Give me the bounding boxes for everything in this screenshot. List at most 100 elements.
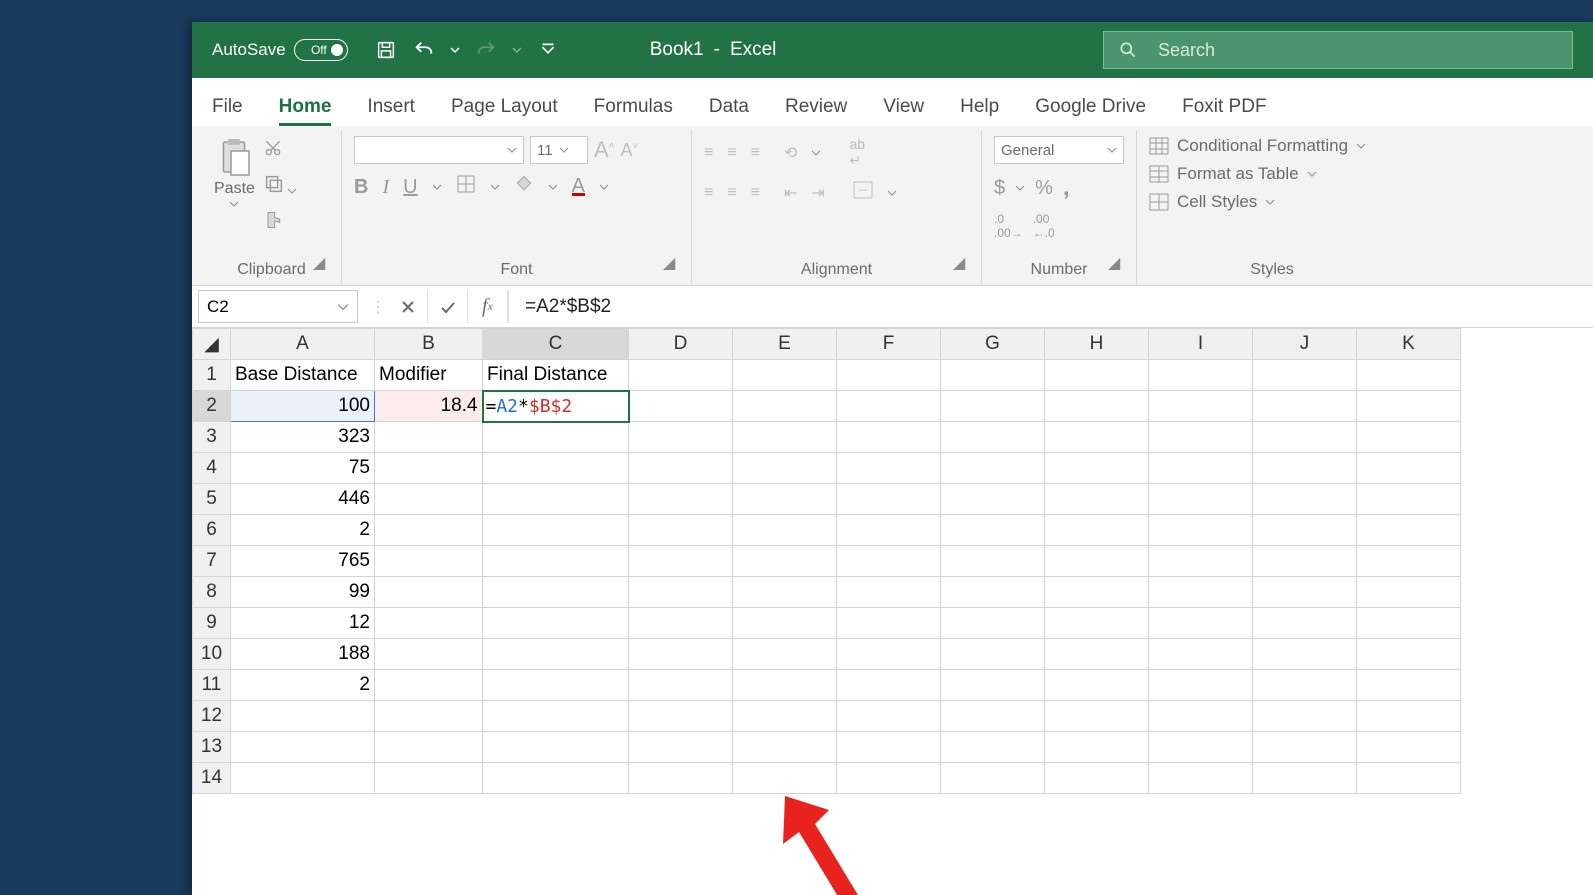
cell-E5[interactable] (733, 484, 837, 515)
cell-K4[interactable] (1357, 453, 1461, 484)
align-bottom-icon[interactable]: ≡ (751, 144, 760, 162)
cell-K11[interactable] (1357, 670, 1461, 701)
cell-B9[interactable] (375, 608, 483, 639)
row-header-4[interactable]: 4 (193, 453, 231, 484)
cell-H7[interactable] (1045, 546, 1149, 577)
cell-H1[interactable] (1045, 360, 1149, 391)
cell-K3[interactable] (1357, 422, 1461, 453)
cell-D11[interactable] (629, 670, 733, 701)
cancel-icon[interactable] (388, 291, 428, 323)
cell-G9[interactable] (941, 608, 1045, 639)
bold-button[interactable]: B (354, 176, 368, 199)
col-header-E[interactable]: E (733, 329, 837, 360)
align-top-icon[interactable]: ≡ (704, 144, 713, 162)
cell-F5[interactable] (837, 484, 941, 515)
cell-I5[interactable] (1149, 484, 1253, 515)
name-box[interactable]: C2 (198, 290, 358, 323)
cell-G1[interactable] (941, 360, 1045, 391)
tab-view[interactable]: View (883, 96, 924, 126)
cell-C12[interactable] (483, 701, 629, 732)
cell-J10[interactable] (1253, 639, 1357, 670)
chevron-down-icon[interactable] (432, 183, 442, 191)
merge-icon[interactable] (853, 181, 873, 204)
cell-B1[interactable]: Modifier (375, 360, 483, 391)
row-header-12[interactable]: 12 (193, 701, 231, 732)
format-as-table-button[interactable]: Format as Table (1149, 164, 1317, 184)
enter-icon[interactable] (428, 291, 468, 323)
font-size-select[interactable]: 11 (530, 136, 588, 164)
cell-F7[interactable] (837, 546, 941, 577)
decrease-decimal-icon[interactable]: .00←.0 (1033, 212, 1055, 240)
cell-F6[interactable] (837, 515, 941, 546)
cell-J13[interactable] (1253, 732, 1357, 763)
cell-E9[interactable] (733, 608, 837, 639)
decrease-indent-icon[interactable]: ⇤ (784, 183, 797, 203)
cell-C1[interactable]: Final Distance (483, 360, 629, 391)
wrap-text-icon[interactable]: ab↵ (849, 136, 865, 169)
cell-E10[interactable] (733, 639, 837, 670)
cell-D1[interactable] (629, 360, 733, 391)
orientation-icon[interactable]: ⟲ (784, 143, 797, 163)
cell-E14[interactable] (733, 763, 837, 794)
row-header-8[interactable]: 8 (193, 577, 231, 608)
cell-C4[interactable] (483, 453, 629, 484)
cell-H4[interactable] (1045, 453, 1149, 484)
cell-K6[interactable] (1357, 515, 1461, 546)
cell-F10[interactable] (837, 639, 941, 670)
cell-G13[interactable] (941, 732, 1045, 763)
paste-button[interactable]: Paste (214, 136, 255, 208)
increase-decimal-icon[interactable]: .0.00→ (994, 212, 1023, 240)
cell-I14[interactable] (1149, 763, 1253, 794)
cell-E6[interactable] (733, 515, 837, 546)
cell-J3[interactable] (1253, 422, 1357, 453)
cell-A8[interactable]: 99 (231, 577, 375, 608)
redo-icon[interactable] (472, 36, 500, 64)
cell-K10[interactable] (1357, 639, 1461, 670)
cell-H12[interactable] (1045, 701, 1149, 732)
cell-C13[interactable] (483, 732, 629, 763)
copy-icon[interactable] (263, 173, 297, 200)
cell-I3[interactable] (1149, 422, 1253, 453)
undo-icon[interactable] (410, 36, 438, 64)
cell-F9[interactable] (837, 608, 941, 639)
cell-J11[interactable] (1253, 670, 1357, 701)
row-header-11[interactable]: 11 (193, 670, 231, 701)
cell-K13[interactable] (1357, 732, 1461, 763)
cell-E2[interactable] (733, 391, 837, 422)
cell-I11[interactable] (1149, 670, 1253, 701)
cell-D4[interactable] (629, 453, 733, 484)
format-painter-icon[interactable] (263, 210, 297, 235)
cell-D10[interactable] (629, 639, 733, 670)
cell-A14[interactable] (231, 763, 375, 794)
row-header-2[interactable]: 2 (193, 391, 231, 422)
worksheet-grid[interactable]: ◢ A B C D E F G H I J K 1Base DistanceMo… (192, 328, 1593, 895)
cell-G11[interactable] (941, 670, 1045, 701)
row-header-14[interactable]: 14 (193, 763, 231, 794)
col-header-J[interactable]: J (1253, 329, 1357, 360)
cell-G7[interactable] (941, 546, 1045, 577)
dialog-launcher-icon[interactable]: ◢ (663, 253, 679, 269)
cell-H11[interactable] (1045, 670, 1149, 701)
chevron-down-icon[interactable] (548, 183, 558, 191)
cell-D12[interactable] (629, 701, 733, 732)
cell-F2[interactable] (837, 391, 941, 422)
cell-C7[interactable] (483, 546, 629, 577)
col-header-K[interactable]: K (1357, 329, 1461, 360)
cell-G5[interactable] (941, 484, 1045, 515)
cell-B14[interactable] (375, 763, 483, 794)
cell-B10[interactable] (375, 639, 483, 670)
cell-C8[interactable] (483, 577, 629, 608)
cell-F14[interactable] (837, 763, 941, 794)
tab-help[interactable]: Help (960, 96, 999, 126)
cell-E13[interactable] (733, 732, 837, 763)
cell-H13[interactable] (1045, 732, 1149, 763)
row-header-13[interactable]: 13 (193, 732, 231, 763)
cell-E12[interactable] (733, 701, 837, 732)
cell-G8[interactable] (941, 577, 1045, 608)
cell-D8[interactable] (629, 577, 733, 608)
row-header-1[interactable]: 1 (193, 360, 231, 391)
cell-A6[interactable]: 2 (231, 515, 375, 546)
cell-C6[interactable] (483, 515, 629, 546)
italic-button[interactable]: I (382, 176, 389, 199)
cell-C9[interactable] (483, 608, 629, 639)
